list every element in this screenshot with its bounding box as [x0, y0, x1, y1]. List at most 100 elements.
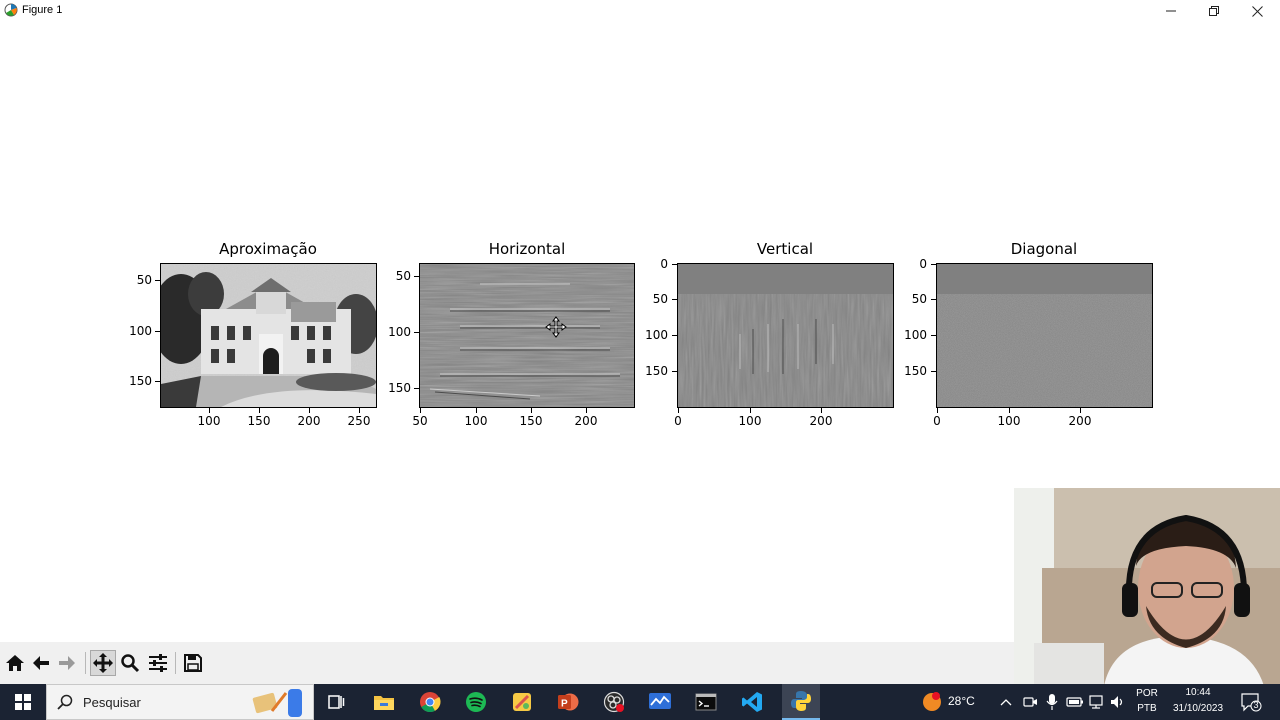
xtick-label: 150: [247, 414, 271, 428]
home-button[interactable]: [2, 650, 28, 676]
xtick-label: 0: [933, 414, 941, 428]
subplot-title-diagonal: Diagonal: [1010, 240, 1078, 258]
ytick-label: 0: [919, 257, 927, 271]
taskbar-spotify[interactable]: [462, 688, 490, 716]
xtick-label: 150: [519, 414, 543, 428]
taskbar-monitor-app[interactable]: [646, 688, 674, 716]
weather-icon: [923, 692, 941, 711]
save-icon: [184, 654, 202, 672]
ytick-label: 50: [911, 292, 927, 306]
configure-icon: [149, 654, 167, 672]
notification-count: 3: [1253, 700, 1259, 710]
obs-recording-icon: [603, 691, 625, 713]
clock-date[interactable]: 31/10/2023: [1168, 703, 1228, 714]
taskbar-obs[interactable]: [600, 688, 628, 716]
horizontal-detail-coefficients: [420, 264, 634, 407]
windows-logo-icon: [15, 694, 31, 710]
axes-diagonal[interactable]: [936, 263, 1153, 408]
forward-button[interactable]: [54, 650, 80, 676]
chart-app-icon: [649, 693, 671, 709]
xtick-label: 100: [197, 414, 221, 428]
taskbar-powerpoint[interactable]: P: [554, 688, 582, 716]
axes-aproximacao[interactable]: [160, 263, 377, 408]
home-icon: [6, 655, 24, 671]
subplot-title-horizontal: Horizontal: [488, 240, 566, 258]
zoom-icon: [121, 654, 140, 673]
back-button[interactable]: [28, 650, 54, 676]
xtick-label: 50: [412, 414, 428, 428]
taskbar-chrome[interactable]: [416, 688, 444, 716]
minimize-icon: [1166, 10, 1176, 12]
close-icon: [1251, 5, 1263, 17]
ytick-label: 50: [652, 292, 668, 306]
xtick-label: 250: [347, 414, 371, 428]
configure-subplots-button[interactable]: [145, 650, 171, 676]
restore-button[interactable]: [1192, 0, 1236, 22]
battery-icon[interactable]: [1066, 694, 1084, 710]
ytick-label: 100: [904, 328, 927, 342]
ytick-label: 150: [129, 374, 152, 388]
clock-time[interactable]: 10:44: [1168, 687, 1228, 698]
chevron-up-icon[interactable]: [999, 696, 1013, 708]
axes-horizontal[interactable]: [419, 263, 635, 408]
ytick-label: 100: [388, 325, 411, 339]
language-indicator-bottom[interactable]: PTB: [1133, 703, 1161, 714]
task-view-button[interactable]: [322, 688, 350, 716]
xtick-label: 100: [464, 414, 488, 428]
minimize-button[interactable]: [1149, 0, 1193, 22]
vscode-icon: [742, 692, 762, 712]
axes-vertical[interactable]: [677, 263, 894, 408]
language-indicator-top[interactable]: POR: [1133, 688, 1161, 699]
xtick-label: 200: [1068, 414, 1092, 428]
ytick-label: 50: [395, 269, 411, 283]
svg-text:P: P: [561, 699, 568, 710]
screen: Figure 1 Aproximação 50 100 150 100 150 …: [0, 0, 1280, 720]
ytick-label: 150: [645, 364, 668, 378]
network-icon[interactable]: [1089, 694, 1105, 710]
weather-temperature[interactable]: 28°C: [948, 694, 975, 708]
terminal-icon: [695, 693, 717, 711]
ytick-label: 100: [645, 328, 668, 342]
task-view-icon: [328, 695, 345, 709]
taskbar-terminal[interactable]: [692, 688, 720, 716]
spotify-icon: [466, 692, 486, 712]
subplot-title-aproximacao: Aproximação: [219, 240, 317, 258]
grayscale-house-photo: [161, 264, 376, 407]
taskbar-vscode[interactable]: [738, 688, 766, 716]
meet-now-icon[interactable]: [1022, 694, 1038, 710]
ytick-label: 50: [136, 273, 152, 287]
close-button[interactable]: [1235, 0, 1279, 22]
search-highlight-illustration-icon: [252, 689, 302, 717]
back-icon: [33, 656, 49, 670]
volume-icon[interactable]: [1110, 694, 1126, 710]
window-title: Figure 1: [22, 4, 63, 16]
webcam-overlay: [1014, 488, 1280, 686]
save-button[interactable]: [180, 650, 206, 676]
file-explorer-icon: [374, 696, 394, 710]
restore-icon: [1209, 6, 1219, 16]
matplotlib-icon: [4, 3, 18, 17]
vertical-detail-coefficients: [678, 264, 893, 407]
forward-icon: [59, 656, 75, 670]
taskbar-explorer[interactable]: [370, 688, 398, 716]
ytick-label: 150: [388, 381, 411, 395]
python-icon: [791, 691, 811, 711]
windows-taskbar: Pesquisar P 28°C POR PTB 10:44 31/10/202…: [0, 684, 1280, 720]
search-icon: [57, 694, 73, 710]
ytick-label: 150: [904, 364, 927, 378]
xtick-label: 0: [674, 414, 682, 428]
xtick-label: 100: [997, 414, 1021, 428]
move-cursor-icon: [545, 316, 567, 338]
xtick-label: 200: [574, 414, 598, 428]
taskbar-sticky-app[interactable]: [508, 688, 536, 716]
taskbar-search-box[interactable]: Pesquisar: [46, 684, 314, 720]
microphone-icon[interactable]: [1045, 693, 1059, 711]
start-button[interactable]: [0, 684, 46, 720]
subplot-title-vertical: Vertical: [756, 240, 814, 258]
xtick-label: 200: [809, 414, 833, 428]
pan-button[interactable]: [90, 650, 116, 676]
webcam-feed: [1014, 488, 1280, 686]
search-placeholder: Pesquisar: [83, 695, 141, 710]
zoom-button[interactable]: [117, 650, 143, 676]
taskbar-python-figure[interactable]: [782, 684, 820, 720]
